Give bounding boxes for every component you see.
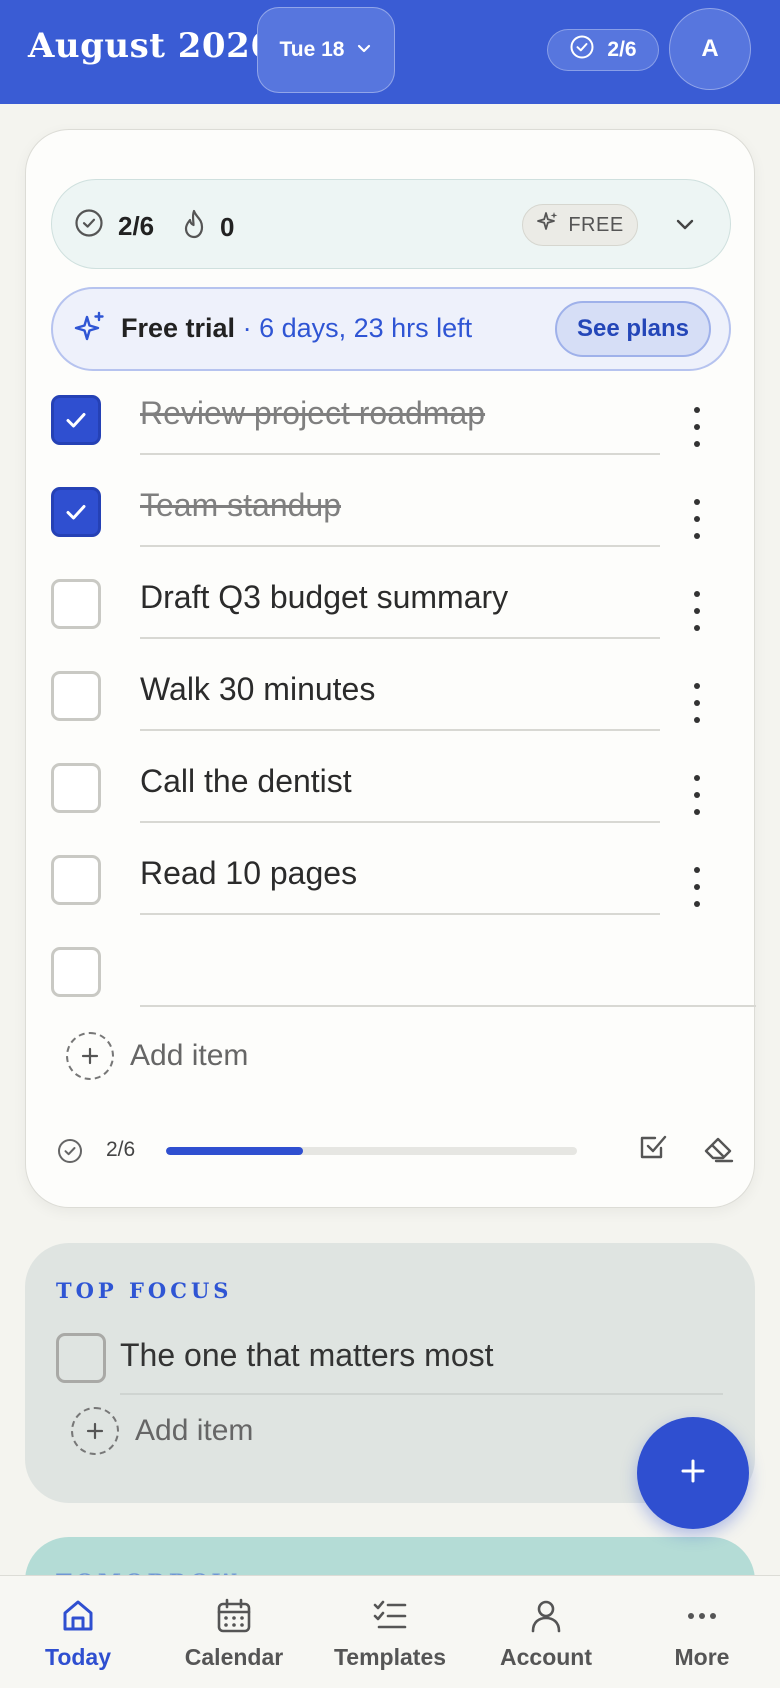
- top-focus-title: TOP FOCUS: [56, 1278, 233, 1303]
- trial-time-left: 6 days, 23 hrs left: [259, 313, 473, 343]
- date-picker-button[interactable]: Tue 18: [257, 7, 395, 93]
- divider: [140, 729, 660, 731]
- see-plans-button[interactable]: See plans: [555, 301, 711, 357]
- top-focus-row: The one that matters most: [56, 1323, 726, 1395]
- task-row: Review project roadmap: [51, 374, 711, 466]
- progress-fill: [166, 1147, 303, 1155]
- add-item-label: Add item: [130, 1039, 249, 1072]
- more-vertical-icon[interactable]: [687, 683, 707, 723]
- more-vertical-icon[interactable]: [687, 775, 707, 815]
- home-icon: [58, 1596, 98, 1636]
- more-vertical-icon[interactable]: [687, 591, 707, 631]
- check-square-icon[interactable]: [637, 1131, 669, 1168]
- check-circle-icon: [74, 208, 104, 245]
- task-checkbox[interactable]: [51, 855, 101, 905]
- check-circle-icon: [56, 1137, 84, 1170]
- task-text[interactable]: Team standup: [140, 487, 341, 524]
- divider: [140, 913, 660, 915]
- trial-text: Free trial · 6 days, 23 hrs left: [121, 313, 472, 344]
- stats-done-label: 2/6: [118, 211, 155, 241]
- more-vertical-icon[interactable]: [687, 407, 707, 447]
- more-vertical-icon[interactable]: [687, 867, 707, 907]
- plus-icon: [71, 1407, 119, 1455]
- task-checkbox[interactable]: [51, 671, 101, 721]
- task-checkbox[interactable]: [51, 395, 101, 445]
- nav-item-more[interactable]: More: [624, 1576, 780, 1688]
- check-circle-icon: [569, 34, 595, 66]
- new-task-input[interactable]: [140, 1005, 756, 1007]
- expand-stats-button[interactable]: [669, 210, 701, 242]
- nav-label: Account: [500, 1644, 592, 1670]
- eraser-icon[interactable]: [702, 1133, 734, 1168]
- nav-item-templates[interactable]: Templates: [312, 1576, 468, 1688]
- task-row: Walk 30 minutes: [51, 650, 711, 742]
- task-row: Team standup: [51, 466, 711, 558]
- task-text[interactable]: Call the dentist: [140, 763, 352, 800]
- plan-badge[interactable]: FREE: [522, 204, 638, 246]
- header-progress-label: 2/6: [607, 38, 637, 61]
- more-icon: [682, 1596, 722, 1636]
- avatar-initial: A: [701, 35, 719, 62]
- task-checkbox[interactable]: [56, 1333, 106, 1383]
- nav-item-today[interactable]: Today: [0, 1576, 156, 1688]
- sparkle-icon: [536, 210, 560, 240]
- progress-label: 2/6: [106, 1138, 136, 1161]
- task-row: Read 10 pages: [51, 834, 711, 926]
- more-vertical-icon[interactable]: [687, 499, 707, 539]
- app-header: August 2026 Tue 18 2/6 A: [0, 0, 780, 104]
- add-task-fab[interactable]: [637, 1417, 749, 1529]
- plus-icon: [678, 1456, 708, 1491]
- progress-bar: [166, 1147, 577, 1155]
- nav-item-calendar[interactable]: Calendar: [156, 1576, 312, 1688]
- task-text[interactable]: Read 10 pages: [140, 855, 357, 892]
- stats-bar[interactable]: 2/6 0 FREE: [51, 179, 731, 269]
- task-checkbox[interactable]: [51, 947, 101, 997]
- nav-label: Calendar: [184, 1644, 284, 1670]
- flame-icon: [180, 208, 208, 247]
- avatar[interactable]: A: [669, 8, 751, 90]
- nav-label: Templates: [333, 1644, 447, 1670]
- free-trial-banner: Free trial · 6 days, 23 hrs left See pla…: [51, 287, 731, 371]
- sparkle-icon: [73, 311, 107, 350]
- add-item-button[interactable]: Add item: [66, 1032, 248, 1080]
- task-checkbox[interactable]: [51, 487, 101, 537]
- header-progress-pill[interactable]: 2/6: [547, 29, 659, 71]
- task-text[interactable]: Draft Q3 budget summary: [140, 579, 508, 616]
- user-icon: [526, 1596, 566, 1636]
- bottom-nav: Today Calendar Templates Account More: [0, 1575, 780, 1688]
- divider: [140, 821, 660, 823]
- divider: [140, 637, 660, 639]
- add-item-label: Add item: [135, 1414, 254, 1447]
- nav-item-account[interactable]: Account: [468, 1576, 624, 1688]
- divider: [120, 1393, 723, 1395]
- nav-label: Today: [44, 1644, 112, 1670]
- plus-icon: [66, 1032, 114, 1080]
- stats-done: 2/6: [74, 208, 154, 245]
- task-row: Draft Q3 budget summary: [51, 558, 711, 650]
- nav-label: More: [674, 1644, 730, 1670]
- streak-count: 0: [220, 212, 235, 242]
- task-row: Call the dentist: [51, 742, 711, 834]
- task-checkbox[interactable]: [51, 763, 101, 813]
- stats-streak: 0: [180, 208, 234, 247]
- today-card: 2/6 0 FREE Free trial · 6 days, 23 hrs l…: [25, 129, 756, 1208]
- divider: [140, 545, 660, 547]
- progress-footer: 2/6: [56, 1131, 736, 1171]
- chevron-down-icon: [673, 212, 697, 241]
- task-text[interactable]: Walk 30 minutes: [140, 671, 375, 708]
- task-checkbox[interactable]: [51, 579, 101, 629]
- month-title[interactable]: August 2026: [28, 26, 274, 66]
- divider: [140, 453, 660, 455]
- trial-label: Free trial: [121, 313, 236, 343]
- top-focus-input[interactable]: The one that matters most: [120, 1337, 494, 1374]
- new-task-row: [51, 926, 756, 1018]
- plan-badge-label: FREE: [568, 213, 624, 236]
- chevron-down-icon: [356, 38, 372, 62]
- add-item-button[interactable]: Add item: [71, 1407, 253, 1455]
- calendar-icon: [214, 1596, 254, 1636]
- task-text[interactable]: Review project roadmap: [140, 395, 485, 432]
- checklist-icon: [370, 1596, 410, 1636]
- trial-separator: ·: [235, 313, 260, 343]
- date-label: Tue 18: [279, 38, 345, 61]
